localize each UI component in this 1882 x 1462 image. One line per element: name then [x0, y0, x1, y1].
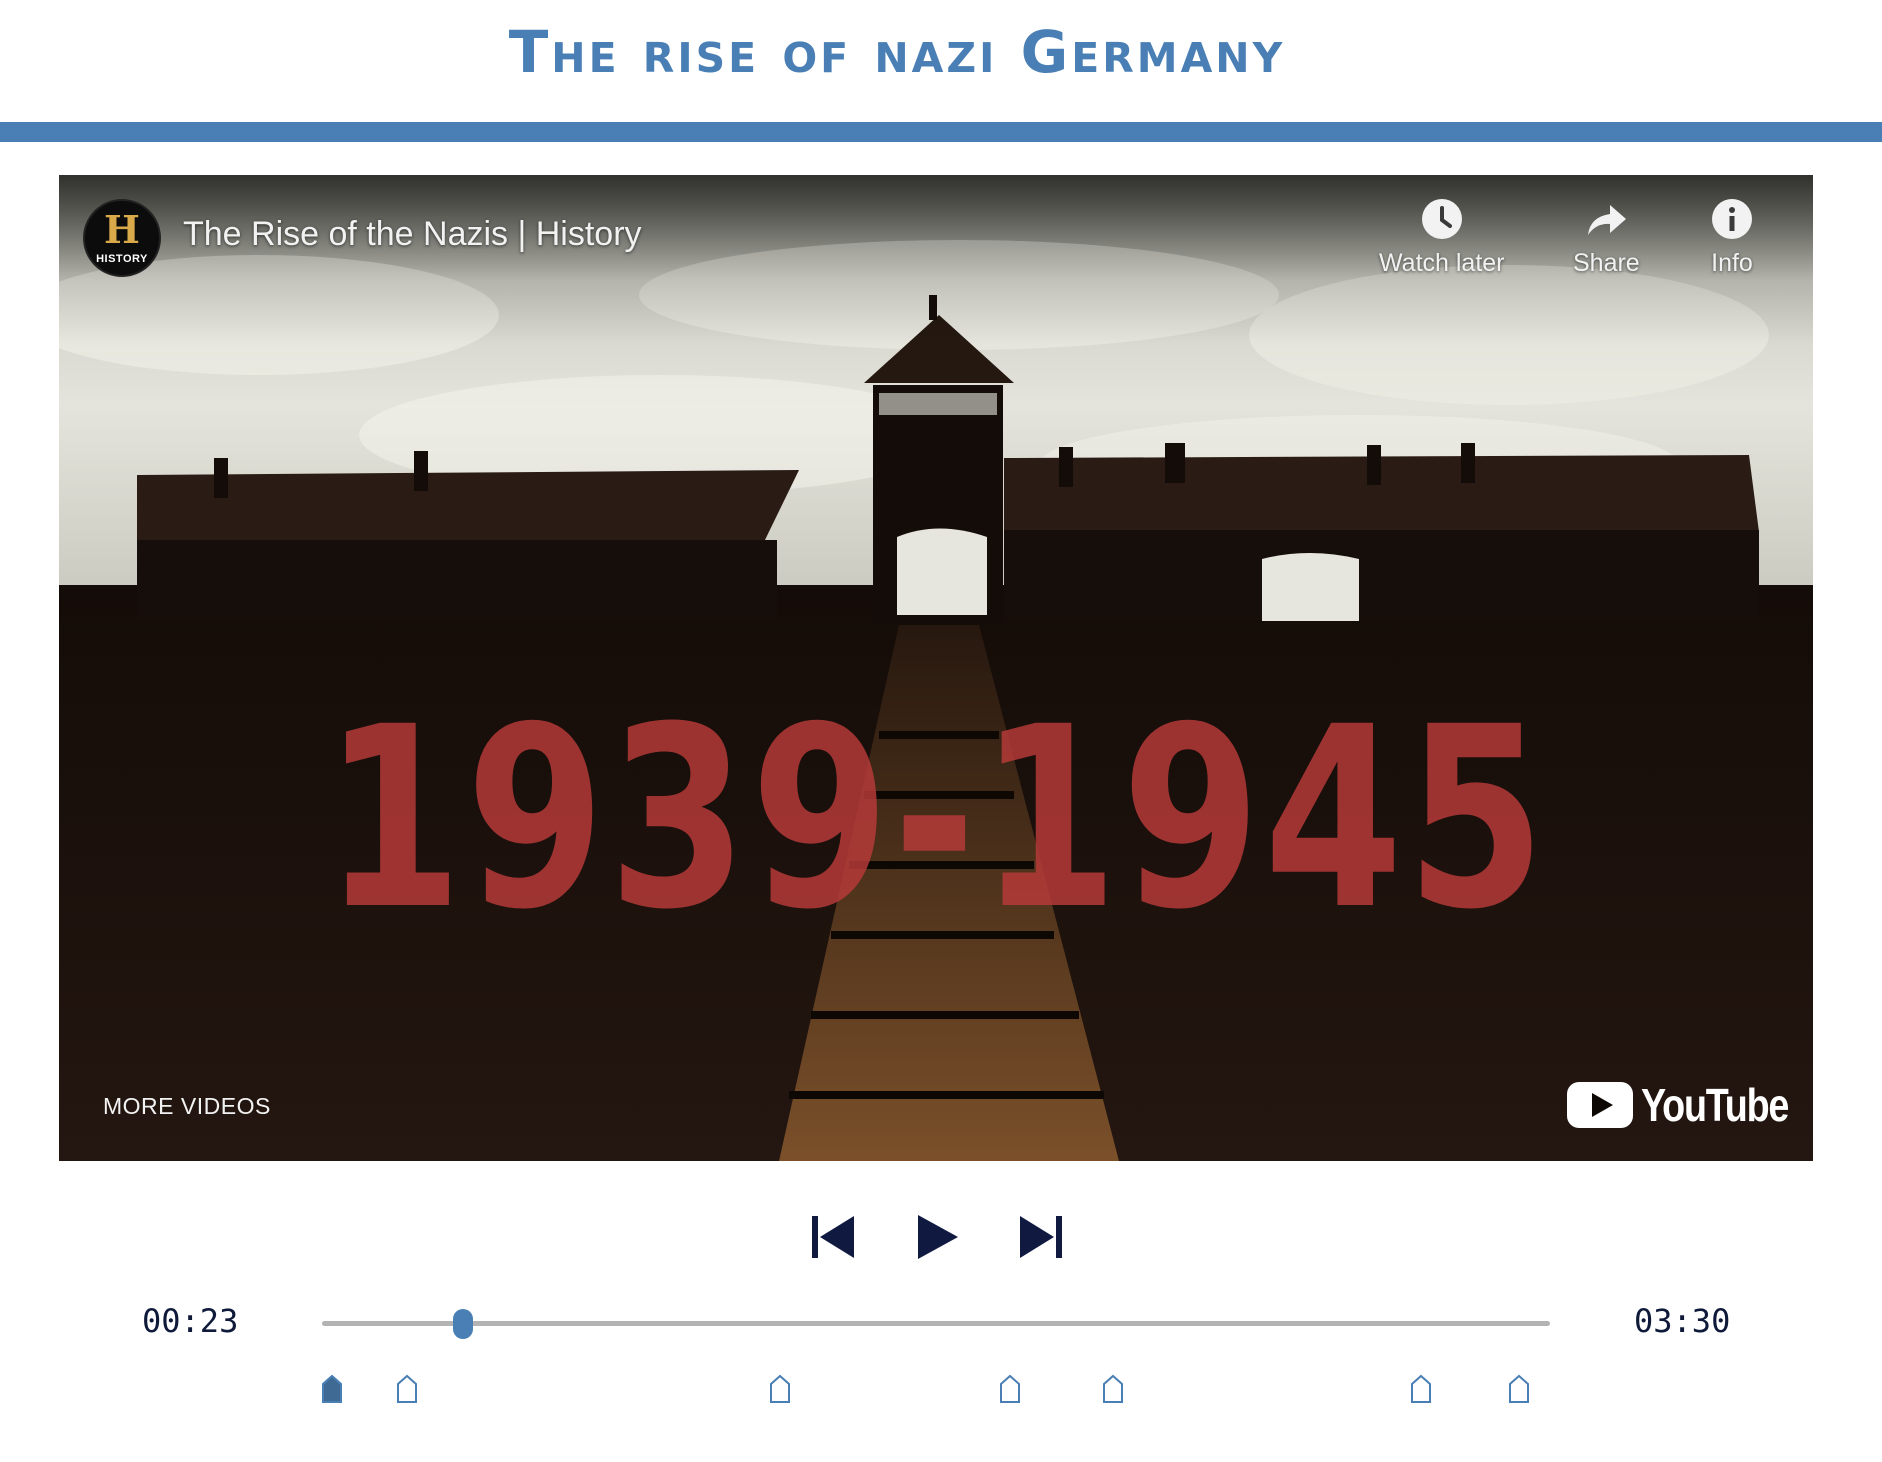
channel-logo-letter: H — [104, 207, 140, 252]
watch-later-button[interactable]: Watch later — [1379, 197, 1505, 278]
info-button[interactable]: Info — [1710, 197, 1754, 278]
share-button[interactable]: Share — [1573, 197, 1640, 278]
more-videos-button[interactable]: MORE VIDEOS — [103, 1093, 271, 1120]
page-title: The rise of nazi Germany — [508, 18, 1286, 86]
video-player[interactable]: 1939-1945 H HISTORY The Rise of the Nazi… — [59, 175, 1813, 1161]
info-label: Info — [1711, 249, 1753, 277]
seek-thumb[interactable] — [453, 1309, 474, 1339]
chapter-marker-icon[interactable] — [396, 1374, 418, 1404]
youtube-logo[interactable]: YouTube — [1565, 1077, 1813, 1133]
share-label: Share — [1573, 249, 1640, 277]
chapter-marker-icon[interactable] — [1102, 1374, 1124, 1404]
clock-icon — [1421, 199, 1462, 239]
chapter-marker-icon[interactable] — [321, 1374, 343, 1404]
chapter-marker-icon[interactable] — [1508, 1374, 1530, 1404]
channel-logo[interactable]: H HISTORY — [83, 199, 161, 277]
youtube-play-icon — [1567, 1082, 1633, 1128]
video-title[interactable]: The Rise of the Nazis | History — [183, 215, 642, 254]
title-divider — [0, 122, 1882, 142]
chapter-marker-icon[interactable] — [999, 1374, 1021, 1404]
share-arrow-icon — [1588, 205, 1627, 235]
info-icon — [1712, 199, 1752, 239]
play-icon[interactable] — [908, 1208, 966, 1266]
playback-controls — [0, 1200, 1882, 1270]
chapter-marker-icon[interactable] — [769, 1374, 791, 1404]
seek-bar[interactable] — [322, 1321, 1550, 1326]
youtube-logo-text: YouTube — [1641, 1079, 1789, 1131]
duration-time: 03:30 — [1634, 1302, 1731, 1340]
chapter-marker-icon[interactable] — [1410, 1374, 1432, 1404]
next-icon[interactable] — [1012, 1208, 1070, 1266]
video-overlay-years: 1939-1945 — [323, 674, 1548, 964]
watch-later-label: Watch later — [1379, 249, 1505, 277]
previous-icon[interactable] — [804, 1208, 862, 1266]
channel-logo-word: HISTORY — [96, 253, 148, 265]
current-time: 00:23 — [142, 1302, 239, 1340]
